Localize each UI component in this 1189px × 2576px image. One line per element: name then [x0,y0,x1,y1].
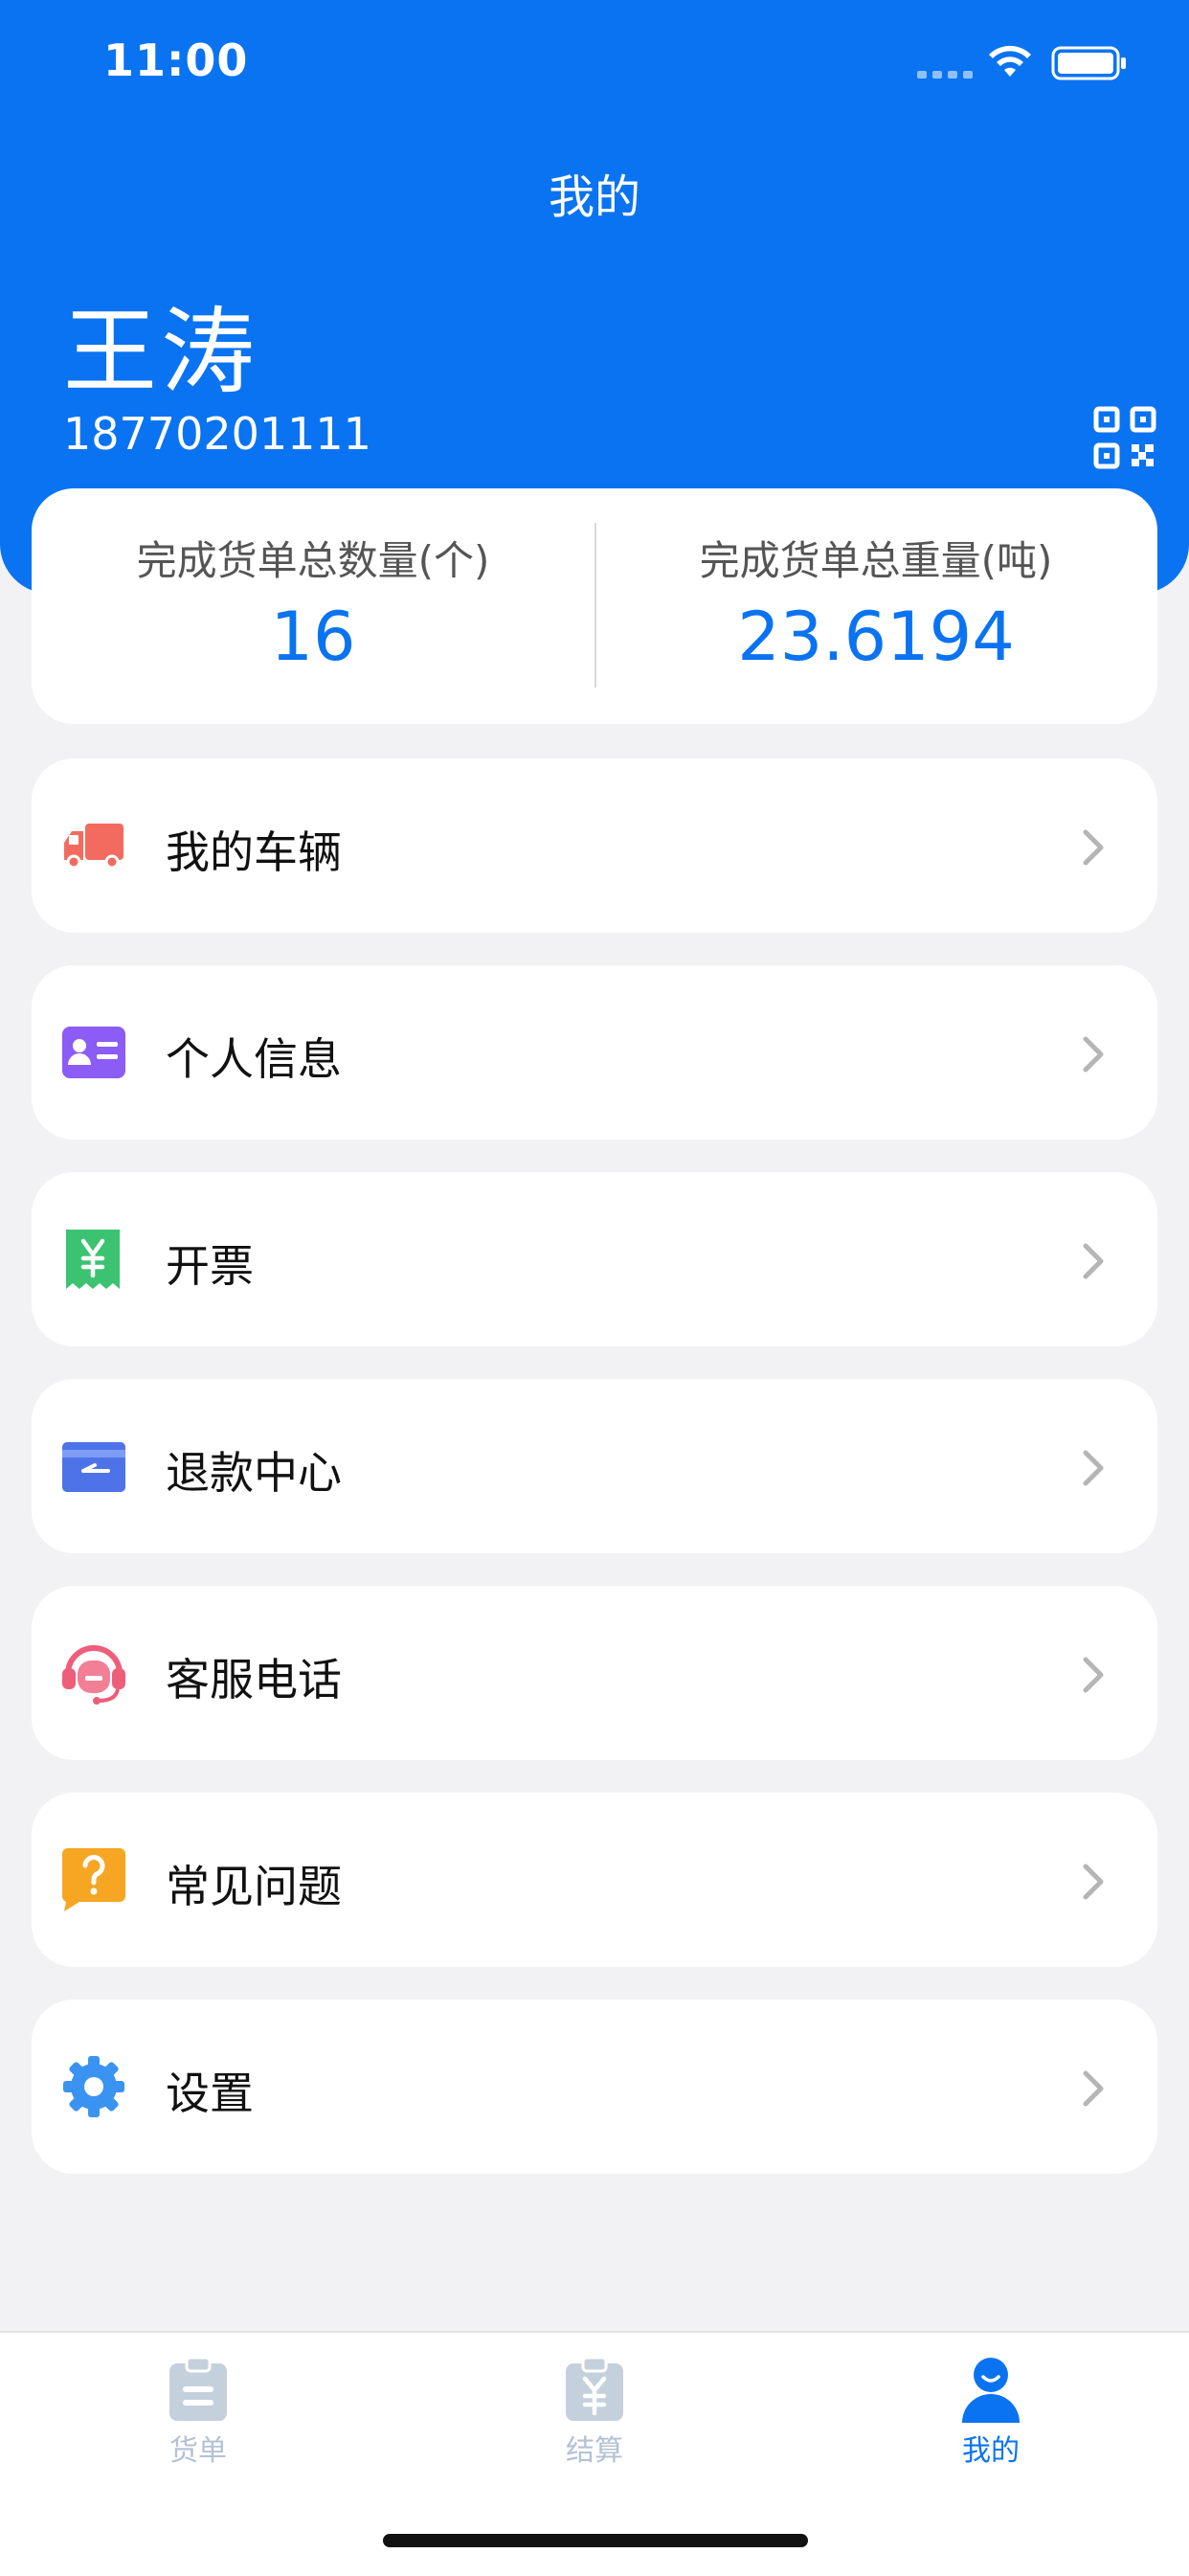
order-count-label: 完成货单总数量(个) [136,537,490,584]
chevron-right-icon [1083,1450,1104,1486]
chevron-right-icon [1083,2070,1104,2107]
qr-code-icon[interactable] [1093,406,1156,469]
order-weight-label: 完成货单总重量(吨) [699,537,1053,584]
chevron-right-icon [1083,1243,1104,1279]
tab-settlement[interactable]: 结算 [499,2354,690,2469]
stats-card: 完成货单总数量(个) 16 完成货单总重量(吨) 23.6194 [32,488,1157,724]
headset-icon [62,1645,125,1705]
order-count-value: 16 [270,598,356,676]
menu-item-faq[interactable]: 常见问题 [32,1793,1157,1967]
tab-mine[interactable]: 我的 [895,2354,1087,2469]
menu-label: 常见问题 [166,1861,342,1912]
cellular-signal-icon [917,71,973,79]
menu-label: 客服电话 [166,1654,342,1706]
tab-label: 货单 [169,2434,227,2468]
id-card-icon [62,1027,125,1078]
tab-label: 结算 [566,2434,623,2468]
tab-waybill[interactable]: 货单 [102,2354,294,2469]
menu-item-personal-info[interactable]: 个人信息 [32,965,1157,1140]
menu-item-my-vehicles[interactable]: 我的车辆 [32,758,1157,933]
page-title: 我的 [548,170,640,224]
menu-label: 开票 [166,1240,254,1292]
truck-icon [64,824,123,870]
menu-item-customer-service[interactable]: 客服电话 [32,1586,1157,1760]
order-weight-value: 23.6194 [737,598,1015,676]
chevron-right-icon [1083,1036,1104,1073]
order-weight-stat: 完成货单总重量(吨) 23.6194 [594,488,1157,724]
order-count-stat: 完成货单总数量(个) 16 [32,488,594,724]
user-name: 王涛 [63,298,259,407]
status-time: 11:00 [103,34,249,86]
menu-label: 退款中心 [166,1447,342,1499]
menu-item-invoice[interactable]: 开票 [32,1172,1157,1346]
gear-icon [63,2056,124,2117]
tab-label: 我的 [962,2434,1020,2468]
wifi-icon [989,45,1031,77]
question-icon [61,1848,125,1911]
menu-label: 我的车辆 [166,826,342,878]
refund-icon [62,1442,125,1492]
chevron-right-icon [1083,1864,1104,1900]
chevron-right-icon [1083,1657,1104,1693]
battery-icon [1051,46,1126,80]
menu-label: 个人信息 [166,1033,342,1085]
user-phone: 18770201111 [63,408,371,460]
settlement-icon [566,2356,623,2421]
home-indicator [383,2534,808,2547]
menu-label: 设置 [166,2068,254,2119]
user-icon [962,2358,1020,2423]
waybill-icon [169,2356,227,2421]
menu-item-settings[interactable]: 设置 [32,2000,1157,2174]
invoice-icon [66,1230,120,1289]
chevron-right-icon [1083,829,1104,866]
menu-item-refund-center[interactable]: 退款中心 [32,1379,1157,1553]
